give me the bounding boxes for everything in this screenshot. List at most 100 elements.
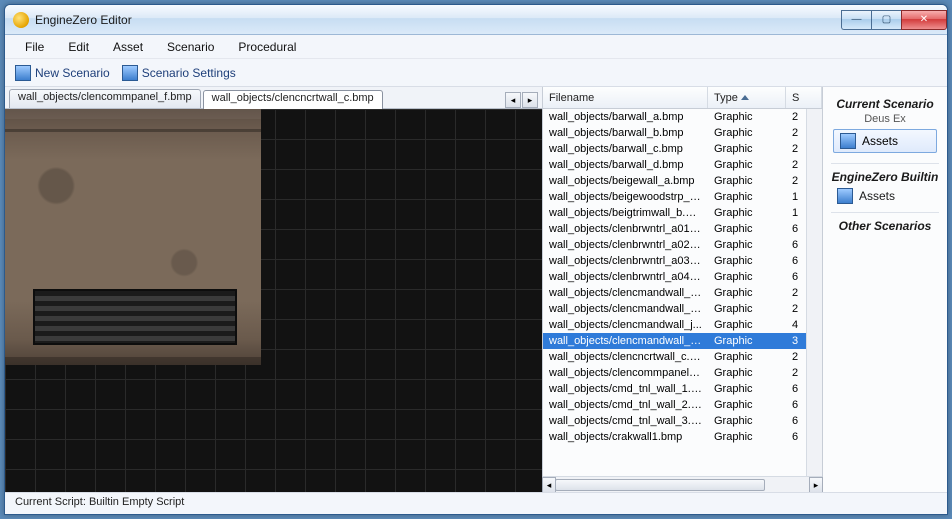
cell-s: 2	[786, 302, 806, 316]
editor-pane: wall_objects/clencommpanel_f.bmp wall_ob…	[5, 87, 543, 492]
table-row[interactable]: wall_objects/clencmandwall_j...Graphic4	[543, 317, 806, 333]
close-button[interactable]: ✕	[901, 10, 947, 30]
new-scenario-label: New Scenario	[35, 66, 110, 80]
app-window: EngineZero Editor — ▢ ✕ File Edit Asset …	[4, 4, 948, 515]
column-filename[interactable]: Filename	[543, 87, 708, 108]
cell-filename: wall_objects/clenbrwntrl_a02.b...	[543, 238, 708, 252]
document-tab[interactable]: wall_objects/clencommpanel_f.bmp	[9, 89, 201, 108]
cell-type: Graphic	[708, 398, 786, 412]
cell-type: Graphic	[708, 334, 786, 348]
cell-s: 2	[786, 350, 806, 364]
menu-procedural[interactable]: Procedural	[228, 37, 306, 57]
table-row[interactable]: wall_objects/clencmandwall_c...Graphic2	[543, 285, 806, 301]
table-row[interactable]: wall_objects/cmd_tnl_wall_2.b...Graphic6	[543, 397, 806, 413]
table-row[interactable]: wall_objects/clencommpanel_f...Graphic2	[543, 365, 806, 381]
cell-filename: wall_objects/beigewall_a.bmp	[543, 174, 708, 188]
cell-type: Graphic	[708, 318, 786, 332]
current-scenario-heading: Current Scenario	[831, 97, 939, 111]
tab-scroll-controls: ◂ ▸	[505, 92, 538, 108]
tab-scroll-left-icon[interactable]: ◂	[505, 92, 521, 108]
cell-s: 1	[786, 206, 806, 220]
cell-filename: wall_objects/barwall_d.bmp	[543, 158, 708, 172]
cell-s: 2	[786, 174, 806, 188]
tab-scroll-right-icon[interactable]: ▸	[522, 92, 538, 108]
minimize-button[interactable]: —	[841, 10, 871, 30]
scroll-right-icon[interactable]: ▸	[809, 477, 823, 492]
table-row[interactable]: wall_objects/cmd_tnl_wall_3.b...Graphic6	[543, 413, 806, 429]
cell-filename: wall_objects/cmd_tnl_wall_2.b...	[543, 398, 708, 412]
horizontal-scrollbar[interactable]: ◂ ▸	[543, 476, 822, 492]
table-row[interactable]: wall_objects/barwall_b.bmpGraphic2	[543, 125, 806, 141]
table-row[interactable]: wall_objects/barwall_c.bmpGraphic2	[543, 141, 806, 157]
cell-s: 2	[786, 158, 806, 172]
table-body[interactable]: wall_objects/barwall_a.bmpGraphic2wall_o…	[543, 109, 806, 476]
window-controls: — ▢ ✕	[841, 10, 947, 30]
table-row[interactable]: wall_objects/cmd_tnl_wall_1.b...Graphic6	[543, 381, 806, 397]
assets-label: Assets	[859, 189, 895, 203]
table-row[interactable]: wall_objects/clencncrtwall_c.b...Graphic…	[543, 349, 806, 365]
table-row[interactable]: wall_objects/clenbrwntrl_a01.b...Graphic…	[543, 221, 806, 237]
table-row[interactable]: wall_objects/barwall_d.bmpGraphic2	[543, 157, 806, 173]
table-row[interactable]: wall_objects/beigewall_a.bmpGraphic2	[543, 173, 806, 189]
table-row[interactable]: wall_objects/clenbrwntrl_a03.b...Graphic…	[543, 253, 806, 269]
assets-icon	[840, 133, 856, 149]
scroll-thumb[interactable]	[555, 479, 765, 491]
document-tab[interactable]: wall_objects/clencncrtwall_c.bmp	[203, 90, 383, 109]
cell-s: 6	[786, 270, 806, 284]
app-icon	[13, 12, 29, 28]
separator	[831, 212, 939, 213]
table-row[interactable]: wall_objects/clencmandwall_k...Graphic3	[543, 333, 806, 349]
cell-s: 2	[786, 286, 806, 300]
cell-filename: wall_objects/beigewoodstrp_a...	[543, 190, 708, 204]
cell-s: 6	[786, 238, 806, 252]
cell-type: Graphic	[708, 142, 786, 156]
cell-filename: wall_objects/beigtrimwall_b.bmp	[543, 206, 708, 220]
scenario-settings-icon	[122, 65, 138, 81]
current-scenario-name: Deus Ex	[831, 113, 939, 125]
menu-file[interactable]: File	[15, 37, 54, 57]
cell-type: Graphic	[708, 254, 786, 268]
menubar: File Edit Asset Scenario Procedural	[5, 35, 947, 59]
cell-type: Graphic	[708, 430, 786, 444]
maximize-button[interactable]: ▢	[871, 10, 901, 30]
cell-s: 6	[786, 398, 806, 412]
cell-s: 6	[786, 254, 806, 268]
table-row[interactable]: wall_objects/barwall_a.bmpGraphic2	[543, 109, 806, 125]
menu-scenario[interactable]: Scenario	[157, 37, 224, 57]
cell-type: Graphic	[708, 238, 786, 252]
table-row[interactable]: wall_objects/clencmandwall_e...Graphic2	[543, 301, 806, 317]
cell-type: Graphic	[708, 158, 786, 172]
current-assets-button[interactable]: Assets	[833, 129, 937, 153]
column-type[interactable]: Type	[708, 87, 786, 108]
other-scenarios-heading: Other Scenarios	[831, 219, 939, 233]
column-type-label: Type	[714, 92, 738, 104]
cell-filename: wall_objects/barwall_b.bmp	[543, 126, 708, 140]
cell-type: Graphic	[708, 382, 786, 396]
cell-type: Graphic	[708, 286, 786, 300]
scroll-left-icon[interactable]: ◂	[542, 477, 556, 492]
vertical-scrollbar[interactable]	[806, 109, 822, 476]
table-row[interactable]: wall_objects/clenbrwntrl_a04.b...Graphic…	[543, 269, 806, 285]
titlebar: EngineZero Editor — ▢ ✕	[5, 5, 947, 35]
scenario-settings-label: Scenario Settings	[142, 66, 236, 80]
cell-filename: wall_objects/clencmandwall_j...	[543, 318, 708, 332]
sort-asc-icon	[741, 95, 749, 100]
cell-filename: wall_objects/clencncrtwall_c.b...	[543, 350, 708, 364]
cell-type: Graphic	[708, 126, 786, 140]
table-row[interactable]: wall_objects/clenbrwntrl_a02.b...Graphic…	[543, 237, 806, 253]
cell-type: Graphic	[708, 414, 786, 428]
table-row[interactable]: wall_objects/beigewoodstrp_a...Graphic1	[543, 189, 806, 205]
cell-s: 2	[786, 126, 806, 140]
scenario-settings-button[interactable]: Scenario Settings	[122, 65, 236, 81]
cell-filename: wall_objects/clencommpanel_f...	[543, 366, 708, 380]
builtin-assets-button[interactable]: Assets	[831, 186, 939, 206]
cell-filename: wall_objects/clencmandwall_e...	[543, 302, 708, 316]
table-row[interactable]: wall_objects/crakwall1.bmpGraphic6	[543, 429, 806, 445]
table-row[interactable]: wall_objects/beigtrimwall_b.bmpGraphic1	[543, 205, 806, 221]
new-scenario-button[interactable]: New Scenario	[15, 65, 110, 81]
texture-viewport[interactable]	[5, 109, 542, 492]
cell-s: 3	[786, 334, 806, 348]
menu-asset[interactable]: Asset	[103, 37, 153, 57]
menu-edit[interactable]: Edit	[58, 37, 99, 57]
column-s[interactable]: S	[786, 87, 822, 108]
